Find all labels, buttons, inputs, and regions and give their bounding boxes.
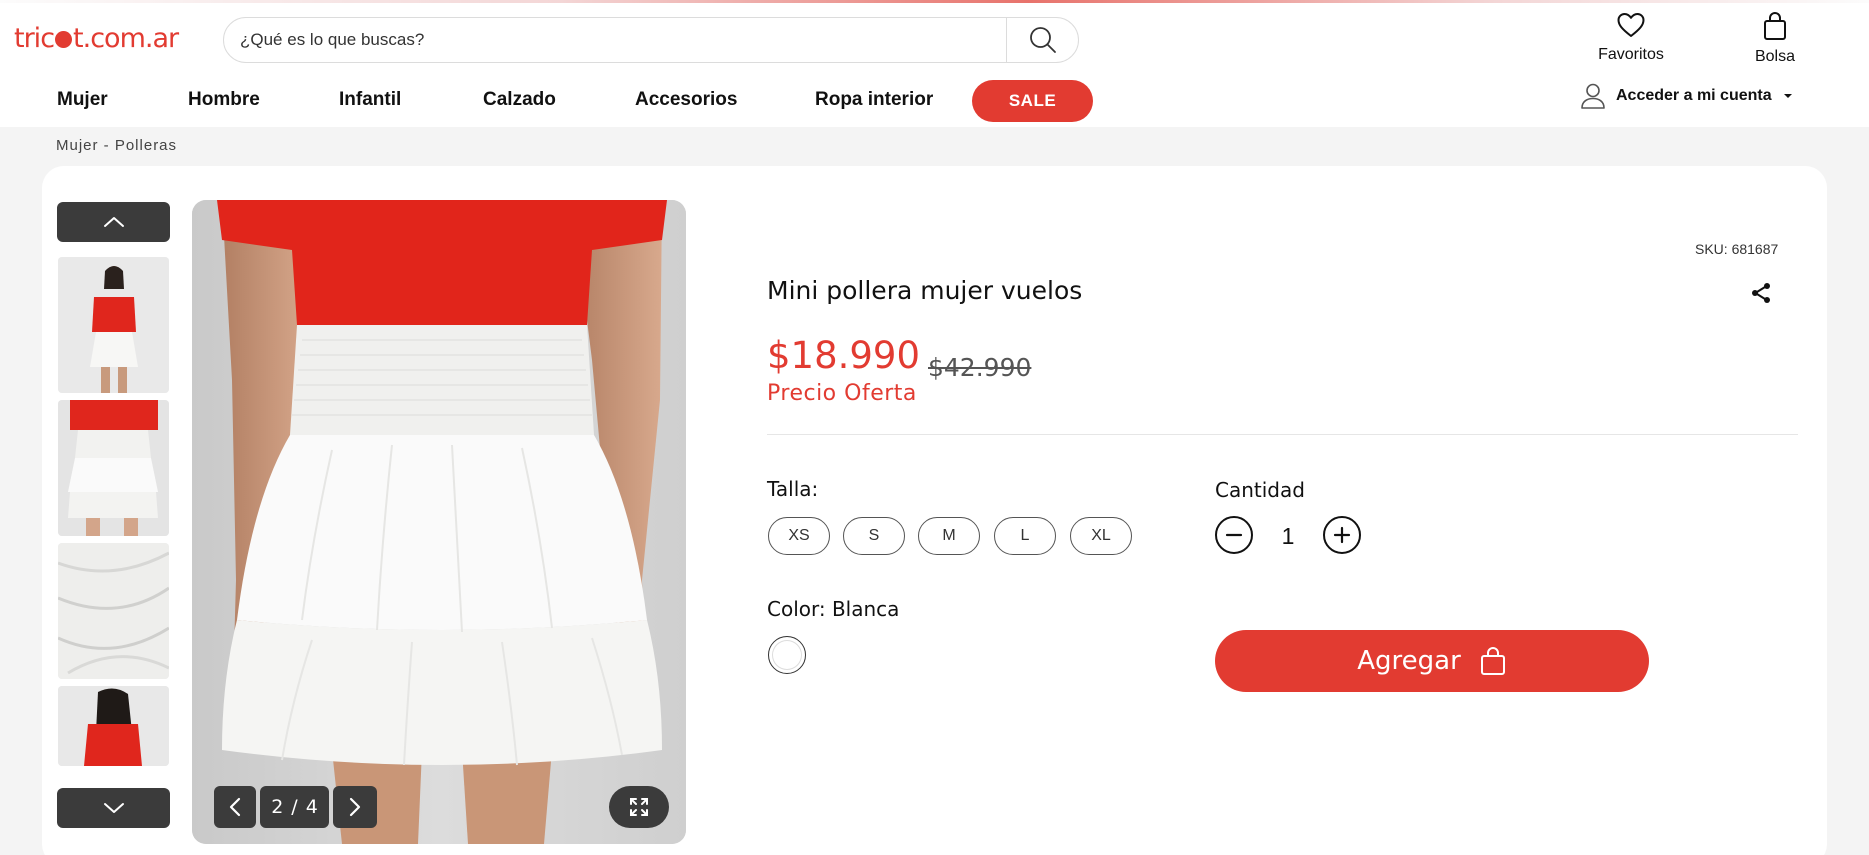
thumbnail-4-image xyxy=(58,686,169,766)
image-counter-separator: / xyxy=(291,796,298,818)
caret-down-icon xyxy=(1783,94,1792,98)
price-divider xyxy=(767,434,1798,435)
thumbnail-3[interactable] xyxy=(58,543,169,679)
original-price: $42.990 xyxy=(928,353,1032,382)
fullscreen-button[interactable] xyxy=(609,786,669,828)
search-icon xyxy=(1030,27,1056,53)
bag-label: Bolsa xyxy=(1754,48,1796,65)
account-menu[interactable]: Acceder a mi cuenta xyxy=(1580,82,1794,110)
plus-icon xyxy=(1333,526,1351,544)
size-option-s[interactable]: S xyxy=(843,517,905,555)
size-option-xs[interactable]: XS xyxy=(768,517,830,555)
quantity-decrease-button[interactable] xyxy=(1215,516,1253,554)
main-product-photo xyxy=(192,200,686,844)
thumbnail-4[interactable] xyxy=(58,686,169,766)
breadcrumb[interactable]: Mujer - Polleras xyxy=(56,137,177,154)
user-icon xyxy=(1581,83,1605,109)
logo-dot xyxy=(55,31,73,48)
favorites-button[interactable]: Favoritos xyxy=(1591,11,1671,64)
size-label: Talla: xyxy=(767,477,819,501)
thumbnail-3-image xyxy=(58,543,169,679)
account-label: Acceder a mi cuenta xyxy=(1616,87,1772,104)
quantity-value[interactable]: 1 xyxy=(1276,523,1300,550)
thumbnail-2[interactable] xyxy=(58,400,169,536)
minus-icon xyxy=(1225,533,1243,537)
site-logo[interactable]: tric t.com.ar xyxy=(14,23,179,54)
size-option-xl[interactable]: XL xyxy=(1070,517,1132,555)
nav-item-ropa-interior[interactable]: Ropa interior xyxy=(815,89,933,111)
bag-button[interactable]: Bolsa xyxy=(1745,11,1805,66)
color-swatch-blanca[interactable] xyxy=(768,636,806,674)
main-product-image[interactable] xyxy=(192,200,686,844)
heart-icon xyxy=(1617,13,1645,37)
nav-item-calzado[interactable]: Calzado xyxy=(483,89,556,111)
chevron-down-icon xyxy=(103,803,124,813)
size-option-l[interactable]: L xyxy=(994,517,1056,555)
logo-text-end: t.com.ar xyxy=(73,23,179,54)
search-button[interactable] xyxy=(1007,18,1079,62)
image-counter-current: 2 xyxy=(271,796,284,818)
nav-item-mujer[interactable]: Mujer xyxy=(57,89,108,111)
thumbnail-1-image xyxy=(58,257,169,393)
image-counter: 2 / 4 xyxy=(260,786,329,828)
chevron-right-icon xyxy=(349,797,361,817)
thumbnail-1[interactable] xyxy=(58,257,169,393)
sale-price: $18.990 xyxy=(767,334,921,377)
product-sku: SKU: 681687 xyxy=(1695,241,1779,257)
nav-item-hombre[interactable]: Hombre xyxy=(188,89,260,111)
thumbnails-up-button[interactable] xyxy=(57,202,170,242)
thumbnail-2-image xyxy=(58,400,169,536)
share-button[interactable] xyxy=(1749,281,1773,310)
site-header: tric t.com.ar Favoritos Bolsa Mujer Hombr… xyxy=(0,3,1869,127)
image-prev-button[interactable] xyxy=(214,786,256,828)
quantity-increase-button[interactable] xyxy=(1323,516,1361,554)
logo-text-start: tric xyxy=(14,23,55,54)
image-counter-total: 4 xyxy=(305,796,318,818)
add-to-cart-label: Agregar xyxy=(1357,646,1461,676)
sale-button[interactable]: SALE xyxy=(972,80,1093,122)
chevron-left-icon xyxy=(229,797,241,817)
share-icon xyxy=(1752,283,1770,303)
shopping-bag-icon xyxy=(1480,647,1505,675)
nav-item-accesorios[interactable]: Accesorios xyxy=(635,89,737,111)
add-to-cart-button[interactable]: Agregar xyxy=(1215,630,1649,692)
size-option-m[interactable]: M xyxy=(918,517,980,555)
chevron-up-icon xyxy=(103,217,124,227)
product-title: Mini pollera mujer vuelos xyxy=(767,276,1083,305)
color-label: Color: Blanca xyxy=(767,597,900,621)
search-input[interactable] xyxy=(240,18,1010,62)
thumbnails-down-button[interactable] xyxy=(57,788,170,828)
search-bar xyxy=(223,17,1079,63)
image-next-button[interactable] xyxy=(333,786,377,828)
shopping-bag-icon xyxy=(1764,12,1786,40)
favorites-label: Favoritos xyxy=(1598,46,1664,63)
quantity-label: Cantidad xyxy=(1215,478,1305,502)
sale-price-label: Precio Oferta xyxy=(767,381,917,406)
expand-icon xyxy=(630,798,648,816)
nav-item-infantil[interactable]: Infantil xyxy=(339,89,401,111)
